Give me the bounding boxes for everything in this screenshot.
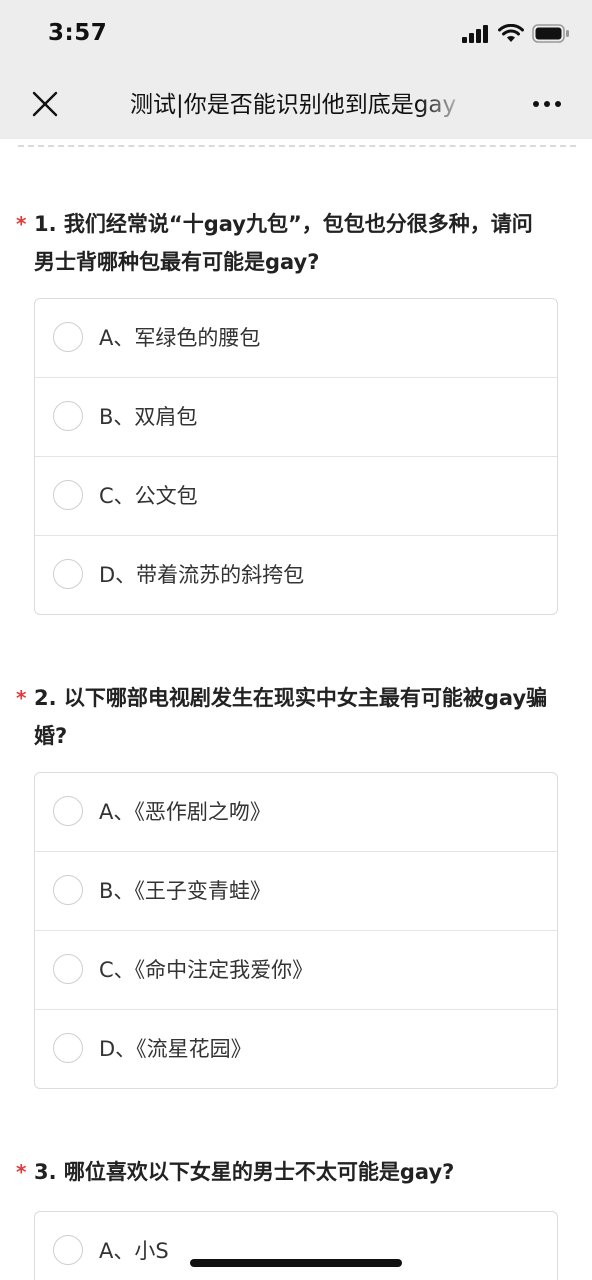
required-mark: * [16, 212, 27, 236]
radio-button[interactable] [53, 875, 83, 905]
option-label: A、《恶作剧之吻》 [99, 800, 271, 824]
cellular-signal-icon [462, 24, 488, 43]
more-options-icon[interactable] [532, 96, 562, 112]
question-header: * 1. 我们经常说“十gay九包”，包包也分很多种，请问男士背哪种包最有可能是… [0, 205, 592, 281]
page-title: 测试|你是否能识别他到底是gay [130, 92, 457, 118]
status-bar: 3:57 [0, 0, 592, 70]
options-list: A、《恶作剧之吻》 B、《王子变青蛙》 C、《命中注定我爱你》 D、《流星花园》 [34, 772, 558, 1089]
home-indicator[interactable] [190, 1259, 402, 1267]
radio-button[interactable] [53, 401, 83, 431]
radio-button[interactable] [53, 954, 83, 984]
question-2: * 2. 以下哪部电视剧发生在现实中女主最有可能被gay骗婚? A、《恶作剧之吻… [0, 679, 592, 1089]
option-c[interactable]: C、《命中注定我爱你》 [35, 931, 557, 1010]
option-label: D、带着流苏的斜挎包 [99, 563, 305, 587]
question-title: 1. 我们经常说“十gay九包”，包包也分很多种，请问男士背哪种包最有可能是ga… [34, 212, 533, 274]
required-mark: * [16, 1160, 27, 1184]
status-icons [462, 24, 570, 43]
options-list: A、小S [34, 1211, 558, 1280]
option-label: C、《命中注定我爱你》 [99, 958, 314, 982]
option-label: C、公文包 [99, 484, 198, 508]
option-d[interactable]: D、《流星花园》 [35, 1010, 557, 1088]
wifi-icon [498, 24, 524, 42]
question-title: 2. 以下哪部电视剧发生在现实中女主最有可能被gay骗婚? [34, 686, 548, 748]
option-label: A、小S [99, 1239, 169, 1263]
option-a[interactable]: A、《恶作剧之吻》 [35, 773, 557, 852]
required-mark: * [16, 686, 27, 710]
question-title: 3. 哪位喜欢以下女星的男士不太可能是gay? [34, 1160, 455, 1184]
option-label: B、双肩包 [99, 405, 198, 429]
option-b[interactable]: B、《王子变青蛙》 [35, 852, 557, 931]
option-d[interactable]: D、带着流苏的斜挎包 [35, 536, 557, 614]
radio-button[interactable] [53, 1033, 83, 1063]
question-header: * 3. 哪位喜欢以下女星的男士不太可能是gay? [0, 1153, 592, 1191]
close-icon[interactable] [30, 89, 60, 119]
section-divider [18, 145, 576, 147]
status-time: 3:57 [48, 20, 108, 46]
battery-icon [532, 24, 569, 43]
option-a[interactable]: A、军绿色的腰包 [35, 299, 557, 378]
option-b[interactable]: B、双肩包 [35, 378, 557, 457]
option-a[interactable]: A、小S [35, 1212, 557, 1280]
radio-button[interactable] [53, 480, 83, 510]
option-label: A、军绿色的腰包 [99, 326, 261, 350]
radio-button[interactable] [53, 322, 83, 352]
nav-bar: 测试|你是否能识别他到底是gay [0, 70, 592, 139]
question-3: * 3. 哪位喜欢以下女星的男士不太可能是gay? A、小S [0, 1153, 592, 1280]
survey-content[interactable]: * 1. 我们经常说“十gay九包”，包包也分很多种，请问男士背哪种包最有可能是… [0, 139, 592, 1280]
option-label: B、《王子变青蛙》 [99, 879, 271, 903]
radio-button[interactable] [53, 1235, 83, 1265]
question-header: * 2. 以下哪部电视剧发生在现实中女主最有可能被gay骗婚? [0, 679, 592, 755]
option-c[interactable]: C、公文包 [35, 457, 557, 536]
question-1: * 1. 我们经常说“十gay九包”，包包也分很多种，请问男士背哪种包最有可能是… [0, 205, 592, 615]
radio-button[interactable] [53, 796, 83, 826]
options-list: A、军绿色的腰包 B、双肩包 C、公文包 D、带着流苏的斜挎包 [34, 298, 558, 615]
radio-button[interactable] [53, 559, 83, 589]
option-label: D、《流星花园》 [99, 1037, 252, 1061]
